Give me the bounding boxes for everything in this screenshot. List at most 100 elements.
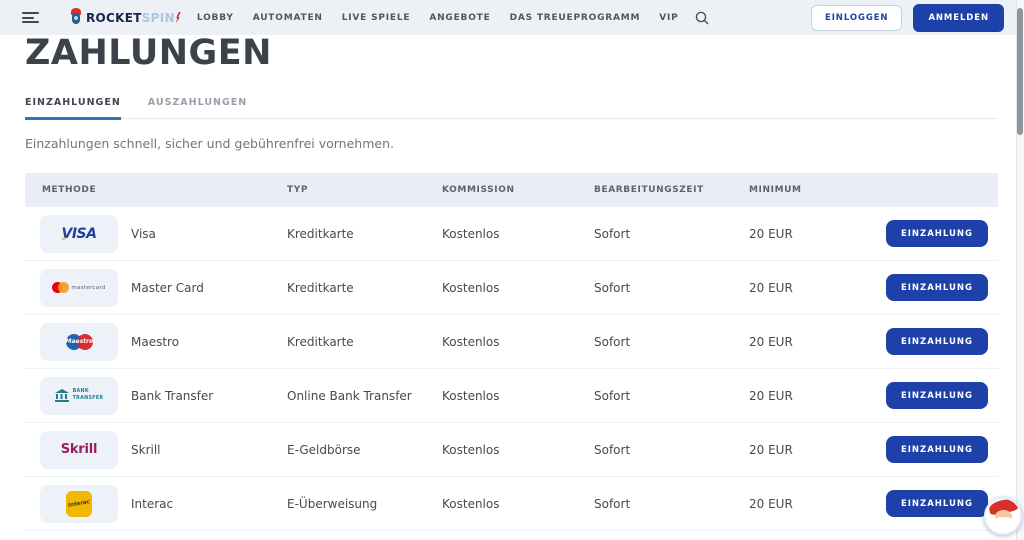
table-row: Interac Interac E-Überweisung Kostenlos … — [25, 477, 998, 531]
deposit-button[interactable]: EINZAHLUNG — [886, 220, 988, 247]
processing-time-cell: Sofort — [594, 335, 749, 349]
deposit-button[interactable]: EINZAHLUNG — [886, 490, 988, 517]
commission-cell: Kostenlos — [442, 497, 594, 511]
column-header: TYP — [287, 185, 442, 195]
nav-item[interactable]: DAS TREUEPROGRAMM — [510, 13, 641, 23]
header-actions: EINLOGGEN ANMELDEN — [811, 4, 1004, 32]
nav-item[interactable]: ANGEBOTE — [429, 13, 490, 23]
tab[interactable]: EINZAHLUNGEN — [25, 97, 121, 120]
payment-methods-table: METHODE TYP KOMMISSION BEARBEITUNGSZEIT … — [25, 173, 998, 531]
processing-time-cell: Sofort — [594, 497, 749, 511]
main-nav: LOBBY AUTOMATEN LIVE SPIELE ANGEBOTE DAS… — [197, 13, 679, 23]
table-row: mastercard Master Card Kreditkarte Koste… — [25, 261, 998, 315]
login-button[interactable]: EINLOGGEN — [811, 5, 902, 31]
column-header: BEARBEITUNGSZEIT — [594, 185, 749, 195]
payment-method-logo: BANKTRANSFER — [40, 377, 118, 415]
column-header: MINIMUM — [749, 185, 879, 195]
type-cell: E-Überweisung — [287, 497, 442, 511]
minimum-cell: 20 EUR — [749, 389, 879, 403]
payment-method-logo: Interac — [40, 485, 118, 523]
minimum-cell: 20 EUR — [749, 227, 879, 241]
method-cell: Interac Interac — [40, 485, 287, 523]
column-header: METHODE — [42, 185, 287, 195]
mastercard-logo: mastercard — [52, 282, 105, 293]
interac-logo: Interac — [66, 491, 92, 517]
payments-page: ZAHLUNGEN EINZAHLUNGEN AUSZAHLUNGEN Einz… — [25, 35, 998, 531]
column-header: KOMMISSION — [442, 185, 594, 195]
menu-icon[interactable] — [22, 10, 39, 26]
payment-method-name: Master Card — [131, 281, 204, 295]
commission-cell: Kostenlos — [442, 443, 594, 457]
processing-time-cell: Sofort — [594, 389, 749, 403]
deposit-button[interactable]: EINZAHLUNG — [886, 436, 988, 463]
payment-method-name: Interac — [131, 497, 173, 511]
commission-cell: Kostenlos — [442, 227, 594, 241]
minimum-cell: 20 EUR — [749, 443, 879, 457]
payment-method-logo: Skrill — [40, 431, 118, 469]
search-icon[interactable] — [695, 11, 709, 25]
register-button[interactable]: ANMELDEN — [913, 4, 1004, 32]
top-header: ROCKETSPIN LOBBY AUTOMATEN LIVE SPIELE A… — [0, 0, 1024, 35]
type-cell: E-Geldbörse — [287, 443, 442, 457]
brand-name-primary: ROCKET — [86, 11, 142, 25]
method-cell: VISA Visa — [40, 215, 287, 253]
minimum-cell: 20 EUR — [749, 281, 879, 295]
method-cell: Maestro Maestro — [40, 323, 287, 361]
payment-method-logo: mastercard — [40, 269, 118, 307]
payment-method-name: Maestro — [131, 335, 179, 349]
page-title: ZAHLUNGEN — [25, 36, 998, 71]
nav-item[interactable]: AUTOMATEN — [253, 13, 323, 23]
bank-transfer-logo: BANKTRANSFER — [55, 389, 104, 402]
deposit-button[interactable]: EINZAHLUNG — [886, 274, 988, 301]
table-header-row: METHODE TYP KOMMISSION BEARBEITUNGSZEIT … — [25, 173, 998, 207]
minimum-cell: 20 EUR — [749, 497, 879, 511]
action-cell: EINZAHLUNG — [879, 436, 998, 463]
rocket-icon — [69, 8, 83, 27]
page-description: Einzahlungen schnell, sicher und gebühre… — [25, 136, 998, 151]
maestro-logo: Maestro — [66, 334, 93, 350]
visa-logo: VISA — [62, 226, 97, 242]
brand-name-secondary: SPIN — [142, 11, 175, 25]
support-chat-widget-santa[interactable] — [984, 497, 1022, 535]
action-cell: EINZAHLUNG — [879, 220, 998, 247]
table-body: VISA Visa Kreditkarte Kostenlos Sofort 2… — [25, 207, 998, 531]
deposit-button[interactable]: EINZAHLUNG — [886, 328, 988, 355]
payments-tabs: EINZAHLUNGEN AUSZAHLUNGEN — [25, 97, 998, 119]
table-row: Maestro Maestro Kreditkarte Kostenlos So… — [25, 315, 998, 369]
nav-item[interactable]: LIVE SPIELE — [342, 13, 411, 23]
payment-method-logo: Maestro — [40, 323, 118, 361]
brand-logo[interactable]: ROCKETSPIN — [69, 8, 181, 27]
nav-item[interactable]: LOBBY — [197, 13, 234, 23]
type-cell: Online Bank Transfer — [287, 389, 442, 403]
action-cell: EINZAHLUNG — [879, 328, 998, 355]
payment-method-logo: VISA — [40, 215, 118, 253]
processing-time-cell: Sofort — [594, 281, 749, 295]
table-row: BANKTRANSFER Bank Transfer Online Bank T… — [25, 369, 998, 423]
deposit-button[interactable]: EINZAHLUNG — [886, 382, 988, 409]
tab[interactable]: AUSZAHLUNGEN — [148, 97, 247, 120]
method-cell: BANKTRANSFER Bank Transfer — [40, 377, 287, 415]
action-cell: EINZAHLUNG — [879, 382, 998, 409]
payment-method-name: Visa — [131, 227, 156, 241]
method-cell: Skrill Skrill — [40, 431, 287, 469]
table-row: VISA Visa Kreditkarte Kostenlos Sofort 2… — [25, 207, 998, 261]
commission-cell: Kostenlos — [442, 335, 594, 349]
nav-item[interactable]: VIP — [659, 13, 678, 23]
spark-icon — [176, 12, 181, 23]
scrollbar-thumb[interactable] — [1017, 8, 1023, 135]
skrill-logo: Skrill — [61, 442, 98, 457]
type-cell: Kreditkarte — [287, 227, 442, 241]
minimum-cell: 20 EUR — [749, 335, 879, 349]
processing-time-cell: Sofort — [594, 443, 749, 457]
action-cell: EINZAHLUNG — [879, 490, 998, 517]
payment-method-name: Skrill — [131, 443, 161, 457]
processing-time-cell: Sofort — [594, 227, 749, 241]
payment-method-name: Bank Transfer — [131, 389, 213, 403]
type-cell: Kreditkarte — [287, 335, 442, 349]
table-row: Skrill Skrill E-Geldbörse Kostenlos Sofo… — [25, 423, 998, 477]
method-cell: mastercard Master Card — [40, 269, 287, 307]
type-cell: Kreditkarte — [287, 281, 442, 295]
action-cell: EINZAHLUNG — [879, 274, 998, 301]
commission-cell: Kostenlos — [442, 281, 594, 295]
scrollbar-track[interactable] — [1016, 0, 1024, 540]
